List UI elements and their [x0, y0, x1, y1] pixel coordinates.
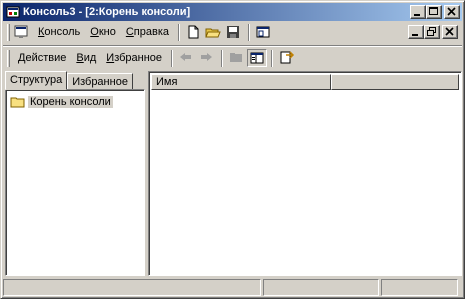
scope-pane: Структура Избранное Корень консоли [5, 71, 145, 276]
show-tree-icon[interactable] [247, 49, 268, 67]
new-document-icon[interactable] [184, 24, 204, 42]
scope-tabs: Структура Избранное [5, 71, 133, 91]
separator [248, 24, 251, 41]
minimize-button[interactable] [410, 5, 426, 19]
window-title: Консоль3 - [2:Корень консоли] [23, 6, 191, 18]
tab-structure[interactable]: Структура [5, 71, 68, 90]
child-close-button[interactable] [442, 25, 458, 39]
forward-arrow-icon[interactable] [197, 49, 217, 67]
close-button[interactable] [444, 5, 460, 19]
back-arrow-icon[interactable] [177, 49, 197, 67]
tree-view[interactable]: Корень консоли [5, 89, 145, 276]
mmc-window: Консоль3 - [2:Корень консоли] Консоль Ок… [0, 0, 465, 299]
mmc-icon [6, 5, 20, 19]
maximize-button[interactable] [426, 5, 442, 19]
export-list-icon[interactable] [277, 49, 297, 67]
action-toolbar: Действие Вид Избранное [3, 45, 462, 70]
separator [271, 49, 274, 67]
menu-view[interactable]: Вид [71, 50, 101, 67]
separator [221, 49, 224, 67]
column-header-name[interactable]: Имя [151, 74, 331, 90]
status-panel-main [3, 279, 261, 296]
console-icon [13, 24, 33, 42]
menu-help[interactable]: Справка [121, 24, 174, 41]
menu-action[interactable]: Действие [13, 50, 71, 67]
child-restore-button[interactable] [424, 25, 440, 39]
toolbar-grip[interactable] [7, 24, 10, 41]
menu-console[interactable]: Консоль [33, 24, 85, 41]
menu-favorites[interactable]: Избранное [101, 50, 167, 67]
window-icon[interactable] [254, 24, 274, 42]
up-folder-icon[interactable] [227, 49, 247, 67]
separator [178, 24, 181, 41]
tree-item-console-root[interactable]: Корень консоли [10, 96, 113, 108]
menu-window[interactable]: Окно [85, 24, 121, 41]
title-bar[interactable]: Консоль3 - [2:Корень консоли] [3, 3, 462, 21]
folder-icon [10, 96, 26, 108]
menu-bar: Консоль Окно Справка [3, 21, 462, 44]
status-panel-3 [381, 279, 458, 296]
tree-item-label: Корень консоли [28, 96, 113, 108]
status-bar [3, 279, 462, 297]
result-pane[interactable]: Имя [148, 71, 462, 276]
open-folder-icon[interactable] [204, 24, 224, 42]
column-header-empty[interactable] [331, 74, 459, 90]
save-disk-icon[interactable] [224, 24, 244, 42]
toolbar-grip[interactable] [7, 49, 10, 67]
separator [171, 49, 174, 67]
status-panel-2 [263, 279, 379, 296]
child-minimize-button[interactable] [408, 25, 424, 39]
